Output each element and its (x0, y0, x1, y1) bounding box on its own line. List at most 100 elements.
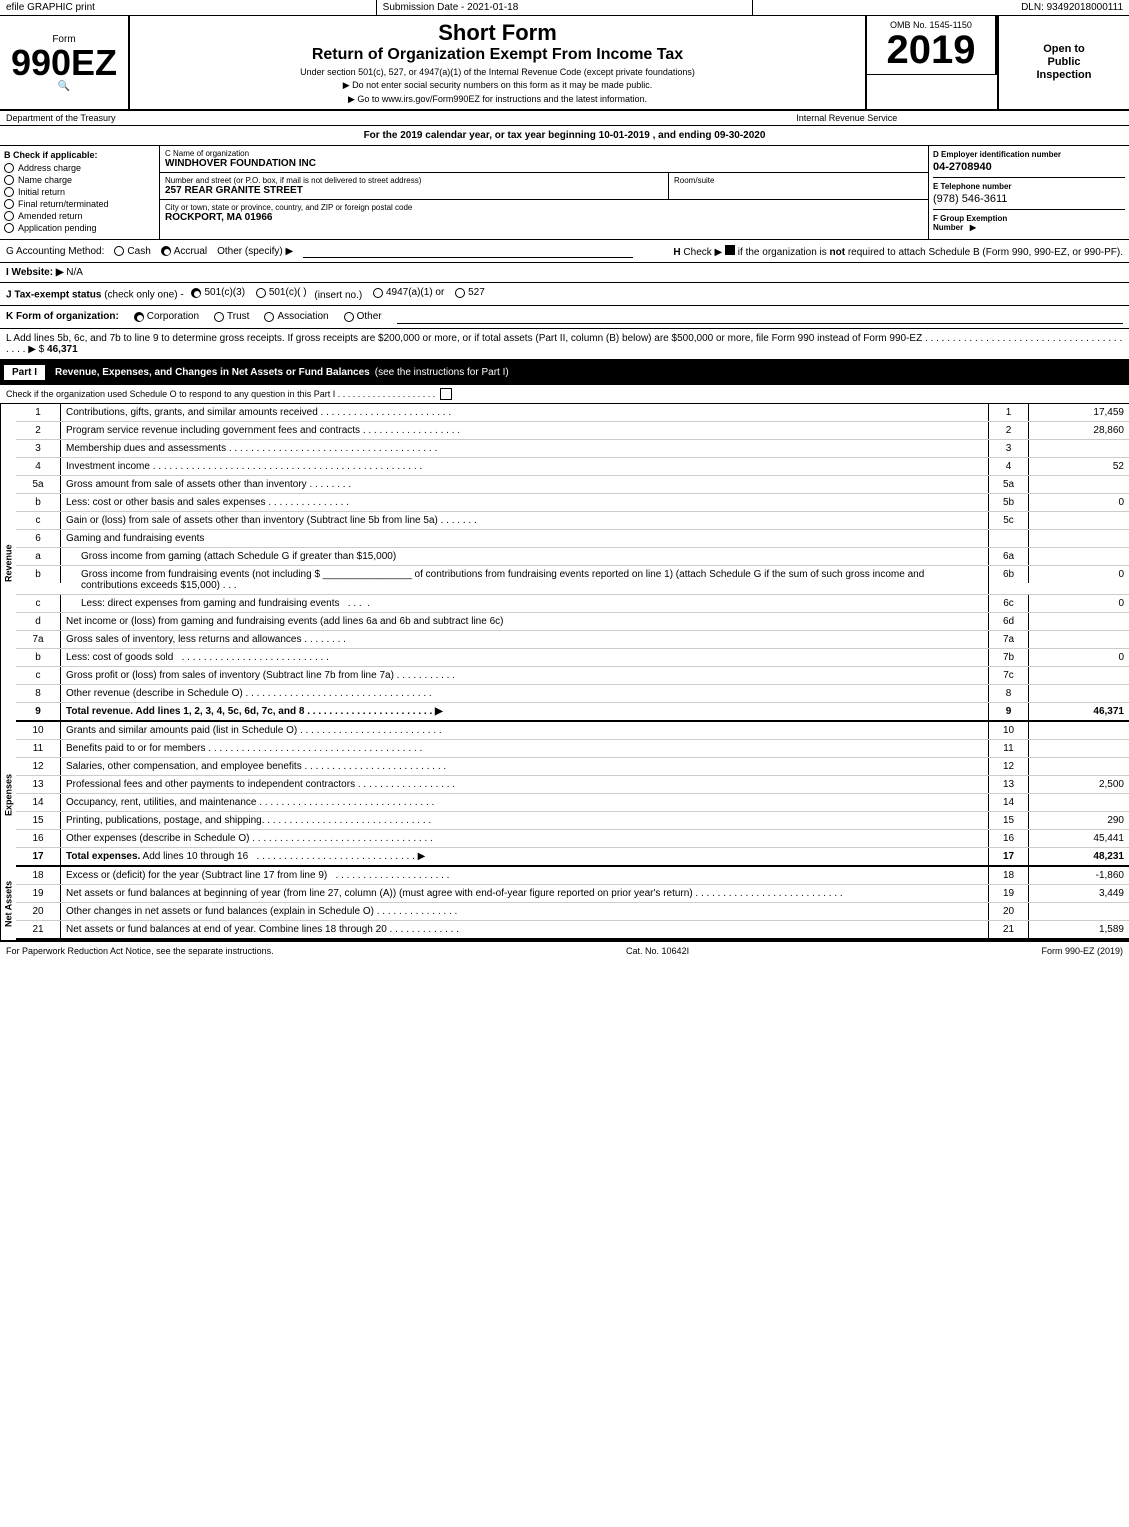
address-field-label: Number and street (or P.O. box, if mail … (165, 176, 663, 185)
k-trust: Trust (214, 311, 249, 322)
row-5c: c Gain or (loss) from sale of assets oth… (16, 512, 1129, 530)
initial-label: Initial return (18, 187, 65, 197)
row6a-num: a (16, 548, 61, 565)
short-form-title: Short Form (140, 20, 855, 46)
row10-linenum: 10 (989, 722, 1029, 739)
org-room-field: Room/suite (669, 173, 928, 199)
row13-num: 13 (16, 776, 61, 793)
row5c-num: c (16, 512, 61, 529)
acct-row: G Accounting Method: Cash Accrual Other … (0, 240, 1129, 263)
k-trust-radio (214, 312, 224, 322)
ein-value: 04-2708940 (933, 161, 1125, 173)
row14-label: Occupancy, rent, utilities, and maintena… (61, 794, 989, 811)
row8-value (1029, 685, 1129, 702)
row17-linenum: 17 (989, 848, 1029, 865)
part1-header: Part I Revenue, Expenses, and Changes in… (0, 361, 1129, 385)
row11-linenum: 11 (989, 740, 1029, 757)
acct-accrual: Accrual (161, 246, 207, 257)
row5b-subval: 0 (1029, 494, 1129, 511)
row6c-label: Less: direct expenses from gaming and fu… (61, 595, 989, 612)
revenue-section: Revenue 1 Contributions, gifts, grants, … (0, 404, 1129, 722)
row2-num: 2 (16, 422, 61, 439)
page: efile GRAPHIC print Submission Date - 20… (0, 0, 1129, 960)
year-box: OMB No. 1545-1150 2019 (867, 16, 997, 75)
row18-num: 18 (16, 867, 61, 884)
row17-num: 17 (16, 848, 61, 865)
efile-label: efile GRAPHIC print (0, 0, 377, 15)
form-title-box: Short Form Return of Organization Exempt… (130, 16, 867, 109)
row8-label: Other revenue (describe in Schedule O) .… (61, 685, 989, 702)
l-text: L Add lines 5b, 6c, and 7b to line 9 to … (6, 333, 1122, 355)
row2-linenum: 2 (989, 422, 1029, 439)
org-address-field: Number and street (or P.O. box, if mail … (160, 173, 669, 199)
org-section: B Check if applicable: Address charge Na… (0, 146, 1129, 240)
row6b-subnum: 6b (989, 566, 1029, 583)
row11-label: Benefits paid to or for members . . . . … (61, 740, 989, 757)
row14-linenum: 14 (989, 794, 1029, 811)
row11-value (1029, 740, 1129, 757)
row-19: 19 Net assets or fund balances at beginn… (16, 885, 1129, 903)
row7a-subnum: 7a (989, 631, 1029, 648)
website-label: I Website: ▶ (6, 267, 64, 278)
dept-label: Department of the Treasury (0, 111, 565, 125)
row12-num: 12 (16, 758, 61, 775)
row5b-subnum: 5b (989, 494, 1029, 511)
k-assoc-radio (264, 312, 274, 322)
row20-num: 20 (16, 903, 61, 920)
row6b-num: b (16, 566, 61, 583)
row6c-subval: 0 (1029, 595, 1129, 612)
form-number: 990EZ (11, 45, 117, 81)
row7b-label: Less: cost of goods sold . . . . . . . .… (61, 649, 989, 666)
row-10: 10 Grants and similar amounts paid (list… (16, 722, 1129, 740)
row20-value (1029, 903, 1129, 920)
row-7a: 7a Gross sales of inventory, less return… (16, 631, 1129, 649)
row16-linenum: 16 (989, 830, 1029, 847)
k-corp: Corporation (134, 311, 199, 322)
row6-value (1029, 530, 1129, 547)
name-circle (4, 175, 14, 185)
row19-value: 3,449 (1029, 885, 1129, 902)
row-17: 17 Total expenses. Add lines 10 through … (16, 848, 1129, 867)
row3-num: 3 (16, 440, 61, 457)
row-7b: b Less: cost of goods sold . . . . . . .… (16, 649, 1129, 667)
amended-label: Amended return (18, 211, 83, 221)
group-label: F Group ExemptionNumber ▶ (933, 214, 1125, 232)
row-5a: 5a Gross amount from sale of assets othe… (16, 476, 1129, 494)
row5a-label: Gross amount from sale of assets other t… (61, 476, 989, 493)
city-value: ROCKPORT, MA 01966 (165, 212, 923, 223)
expenses-content: 10 Grants and similar amounts paid (list… (16, 722, 1129, 867)
row2-value: 28,860 (1029, 422, 1129, 439)
address-label: Address charge (18, 163, 81, 173)
row-1: 1 Contributions, gifts, grants, and simi… (16, 404, 1129, 422)
tax-status-row: J Tax-exempt status (check only one) - 5… (0, 283, 1129, 306)
goto-url: ▶ Go to www.irs.gov/Form990EZ for instru… (140, 94, 855, 105)
dln-number: DLN: 93492018000111 (753, 0, 1129, 15)
l-value: 46,371 (47, 344, 78, 355)
j-4947: 4947(a)(1) or (373, 287, 444, 298)
row10-label: Grants and similar amounts paid (list in… (61, 722, 989, 739)
check-final: Final return/terminated (4, 199, 155, 209)
row4-num: 4 (16, 458, 61, 475)
final-label: Final return/terminated (18, 199, 109, 209)
org-name-value: WINDHOVER FOUNDATION INC (165, 158, 923, 169)
check-address: Address charge (4, 163, 155, 173)
row3-linenum: 3 (989, 440, 1029, 457)
row3-value (1029, 440, 1129, 457)
row-6b: b Gross income from fundraising events (… (16, 566, 1129, 595)
initial-circle (4, 187, 14, 197)
j-label: J Tax-exempt status (6, 290, 101, 301)
row21-value: 1,589 (1029, 921, 1129, 938)
row20-linenum: 20 (989, 903, 1029, 920)
row5a-subval (1029, 476, 1129, 493)
row13-label: Professional fees and other payments to … (61, 776, 989, 793)
k-other-line (397, 310, 1123, 324)
row7b-num: b (16, 649, 61, 666)
open-to-public-box: Open to Public Inspection (999, 16, 1129, 109)
org-info-col: C Name of organization WINDHOVER FOUNDAT… (160, 146, 929, 239)
row9-linenum: 9 (989, 703, 1029, 720)
row6d-value (1029, 613, 1129, 630)
row4-label: Investment income . . . . . . . . . . . … (61, 458, 989, 475)
row15-linenum: 15 (989, 812, 1029, 829)
check-pending: Application pending (4, 223, 155, 233)
row1-linenum: 1 (989, 404, 1029, 421)
